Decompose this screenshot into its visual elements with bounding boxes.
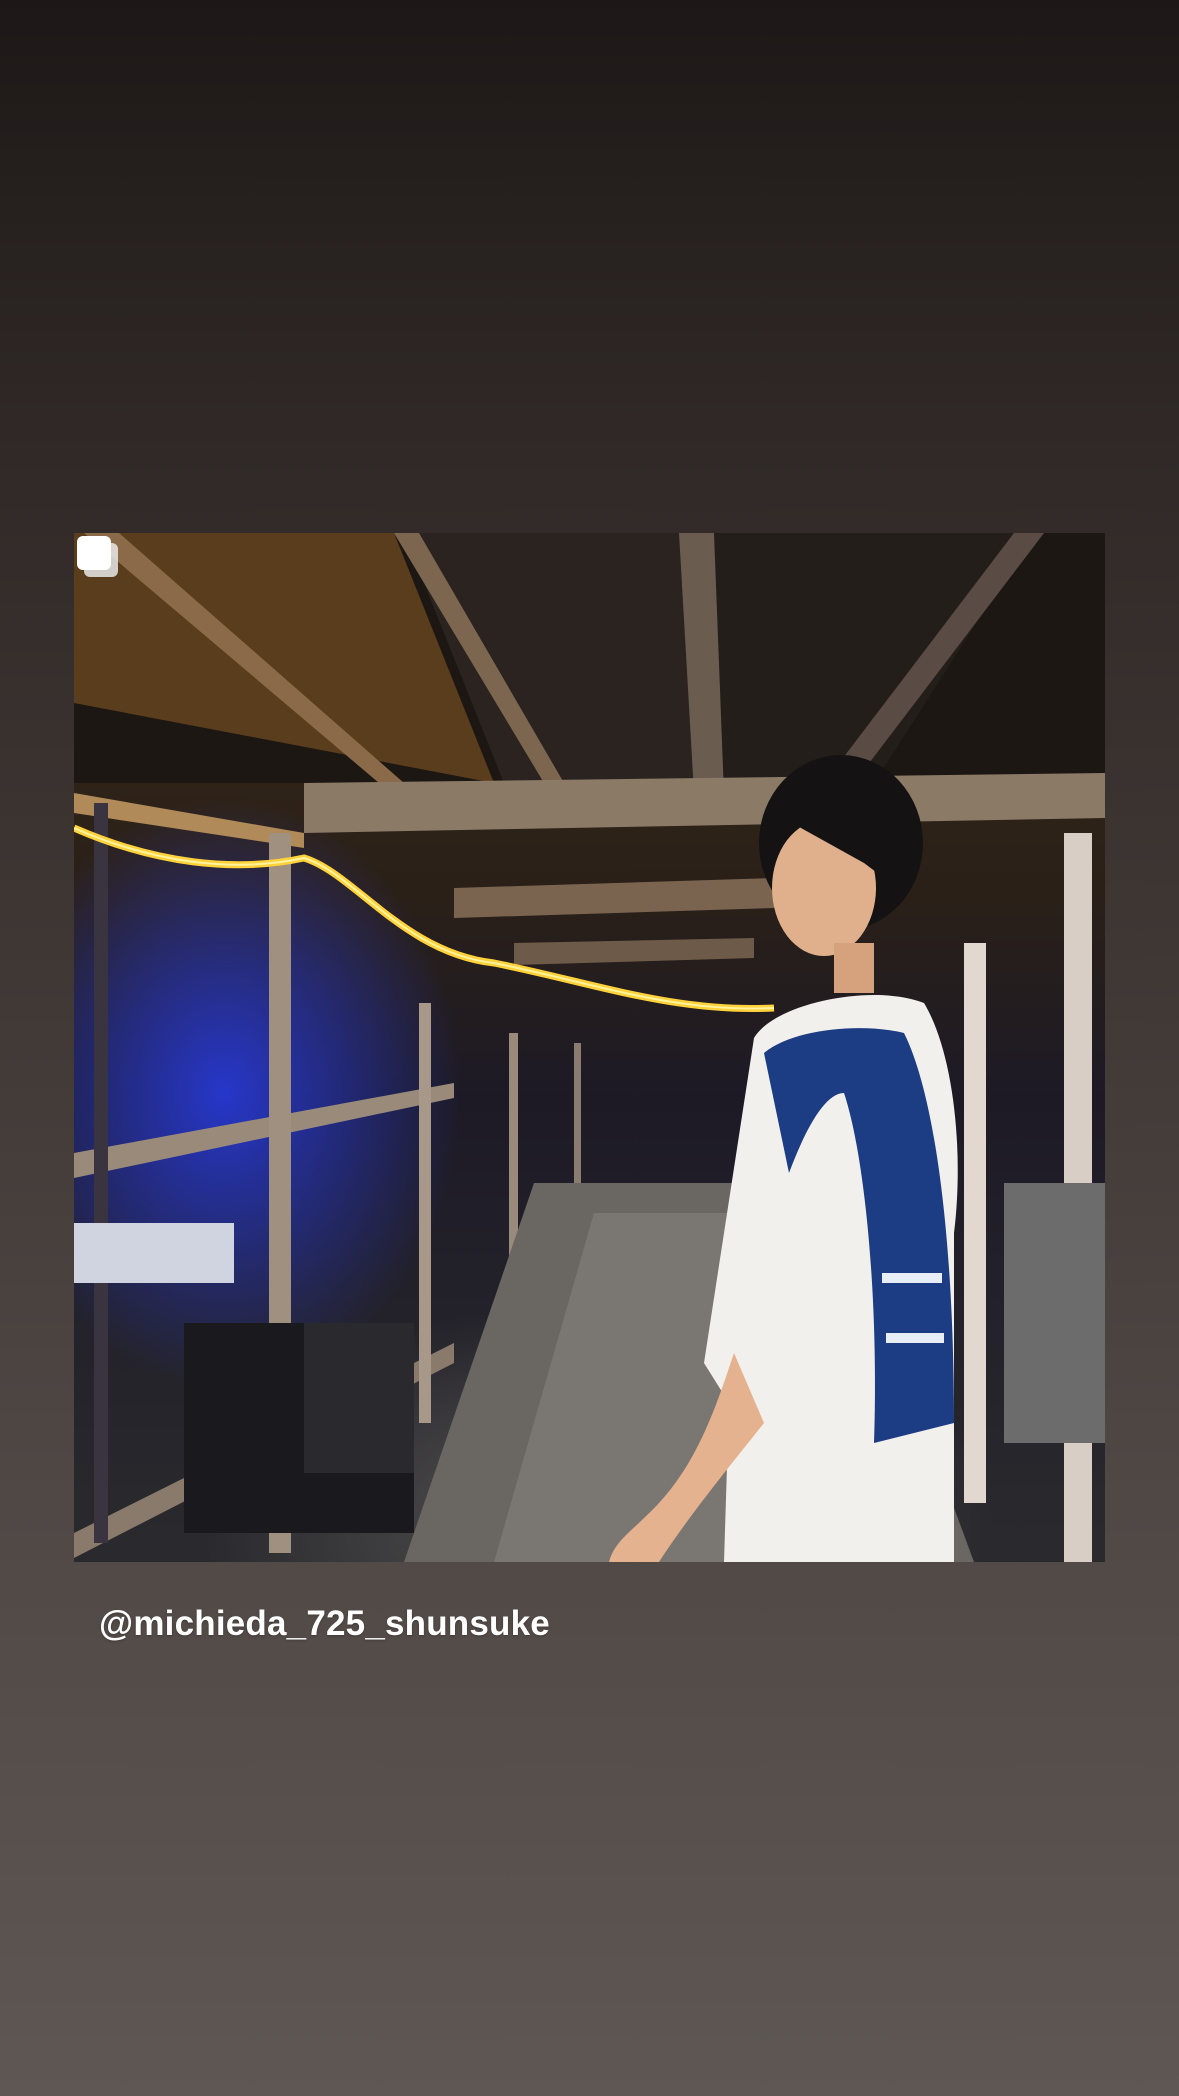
- multiple-photos-icon[interactable]: [74, 533, 124, 583]
- post-photo-illustration: [74, 533, 1105, 1562]
- shared-post-image[interactable]: [74, 533, 1105, 1562]
- mention-username[interactable]: @michieda_725_shunsuke: [99, 1604, 550, 1644]
- story-frame: @michieda_725_shunsuke: [0, 0, 1179, 2096]
